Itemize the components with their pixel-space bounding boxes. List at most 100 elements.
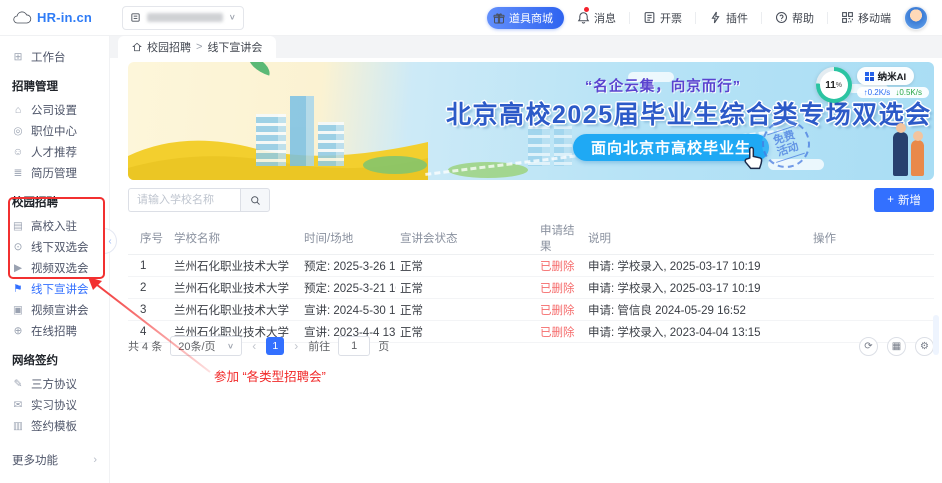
cloud-logo-icon bbox=[12, 11, 32, 25]
list-toolbar: + 新增 bbox=[128, 188, 934, 212]
table-header-row: 序号 学校名称 时间/场地 宣讲会状态 申请结果 说明 操作 bbox=[128, 222, 934, 255]
goto-page-input[interactable] bbox=[338, 336, 370, 356]
building-icon bbox=[130, 12, 141, 23]
person-illustration bbox=[911, 140, 924, 176]
cell-school: 兰州石化职业技术大学 bbox=[170, 255, 300, 277]
gauge-percent: 11 bbox=[825, 80, 836, 91]
mall-button[interactable]: 道具商城 bbox=[487, 7, 564, 29]
mobile-button[interactable]: 移动端 bbox=[841, 10, 891, 26]
plus-icon: + bbox=[887, 194, 894, 206]
main-content: 校园招聘 > 线下宣讲会 “名企云集，向京而行” 北京高校202 bbox=[110, 36, 942, 483]
scrollbar[interactable] bbox=[933, 315, 939, 355]
settings-button[interactable]: ⚙ bbox=[915, 337, 934, 356]
col-school-name: 学校名称 bbox=[170, 222, 300, 255]
add-button-label: 新增 bbox=[898, 192, 921, 208]
sidebar-item-label: 签约模板 bbox=[31, 418, 77, 434]
next-page-button[interactable]: › bbox=[292, 339, 300, 353]
app-window: HR-in.cn ∨ 道具商城 bbox=[0, 0, 942, 483]
sidebar-item-offline-talk-active[interactable]: ⚑ 线下宣讲会 bbox=[0, 278, 109, 299]
sidebar-item-label: 工作台 bbox=[31, 49, 66, 65]
sidebar-item-online-recruit[interactable]: ⊕ 在线招聘 bbox=[0, 320, 109, 341]
divider bbox=[827, 12, 828, 24]
sidebar-item-talent-recommend[interactable]: ☺ 人才推荐 bbox=[0, 141, 109, 162]
prev-page-button[interactable]: ‹ bbox=[250, 339, 258, 353]
breadcrumb-separator: > bbox=[196, 41, 202, 53]
col-description: 说明 bbox=[584, 222, 809, 255]
add-button[interactable]: + 新增 bbox=[874, 188, 934, 212]
page-size-select[interactable]: 20条/页 ∨ bbox=[170, 336, 242, 356]
sidebar-item-sign-template[interactable]: ▥ 签约模板 bbox=[0, 415, 109, 436]
caret-down-icon: ∨ bbox=[227, 342, 234, 351]
cell-index: 1 bbox=[128, 255, 170, 277]
company-selector[interactable]: ∨ bbox=[122, 6, 244, 30]
help-button[interactable]: 帮助 bbox=[775, 10, 814, 26]
cell-index: 2 bbox=[128, 277, 170, 299]
cell-desc: 申请: 学校录入, 2025-03-17 10:19 bbox=[584, 255, 809, 277]
sidebar-item-workbench[interactable]: ⊞ 工作台 bbox=[0, 46, 109, 67]
cell-time: 预定: 2025-3-21 10:00 bbox=[300, 277, 396, 299]
intern-agreement-icon: ✉ bbox=[12, 399, 24, 411]
help-icon bbox=[775, 11, 788, 24]
school-search-input[interactable] bbox=[128, 188, 240, 212]
cell-result: 已删除 bbox=[536, 255, 584, 277]
sidebar-item-offline-dual-fair[interactable]: ⊙ 线下双选会 bbox=[0, 236, 109, 257]
divider bbox=[695, 12, 696, 24]
bell-icon bbox=[577, 11, 590, 24]
plugin-icon bbox=[709, 11, 722, 24]
leaf-decoration bbox=[244, 62, 273, 76]
sidebar-item-video-talk[interactable]: ▣ 视频宣讲会 bbox=[0, 299, 109, 320]
goto-unit: 页 bbox=[378, 338, 389, 354]
page-number-1[interactable]: 1 bbox=[266, 337, 284, 355]
plugin-button[interactable]: 插件 bbox=[709, 10, 748, 26]
job-fair-banner[interactable]: “名企云集，向京而行” 北京高校2025届毕业生综合类专场双选会 面向北京市高校… bbox=[128, 62, 934, 180]
banner-slogan: “名企云集，向京而行” bbox=[585, 75, 741, 96]
cell-operations bbox=[809, 255, 934, 277]
mall-button-label: 道具商城 bbox=[509, 10, 553, 26]
online-recruit-icon: ⊕ bbox=[12, 325, 24, 337]
home-icon bbox=[132, 42, 142, 52]
breadcrumb-section[interactable]: 校园招聘 bbox=[147, 39, 191, 55]
sidebar-item-label: 视频宣讲会 bbox=[31, 302, 89, 318]
sidebar-item-school-entry[interactable]: ▤ 高校入驻 bbox=[0, 215, 109, 236]
search-button[interactable] bbox=[240, 188, 270, 212]
cell-result: 已删除 bbox=[536, 299, 584, 321]
sidebar-item-label: 视频双选会 bbox=[31, 260, 89, 276]
table-row[interactable]: 3 兰州石化职业技术大学 宣讲: 2024-5-30 15:30 正常 已删除 … bbox=[128, 299, 934, 321]
sidebar-item-label: 线下双选会 bbox=[31, 239, 89, 255]
offline-talk-icon: ⚑ bbox=[12, 283, 24, 295]
col-apply-result: 申请结果 bbox=[536, 222, 584, 255]
table-row[interactable]: 2 兰州石化职业技术大学 预定: 2025-3-21 10:00 正常 已删除 … bbox=[128, 277, 934, 299]
sidebar-item-video-dual-fair[interactable]: ▶ 视频双选会 bbox=[0, 257, 109, 278]
user-avatar[interactable] bbox=[904, 6, 928, 30]
ai-assistant-widget[interactable]: 11% 纳米AI ↑0.2K/s ↓0.5K/s bbox=[816, 67, 929, 103]
talent-recommend-icon: ☺ bbox=[12, 146, 24, 158]
school-entry-icon: ▤ bbox=[12, 220, 24, 232]
sidebar-item-resume-manage[interactable]: ≣ 简历管理 bbox=[0, 162, 109, 183]
refresh-button[interactable]: ⟳ bbox=[859, 337, 878, 356]
sidebar-item-label: 线下宣讲会 bbox=[31, 281, 89, 297]
sidebar-item-intern-agreement[interactable]: ✉ 实习协议 bbox=[0, 394, 109, 415]
ai-logo-icon bbox=[865, 72, 869, 76]
messages-button[interactable]: 消息 bbox=[577, 10, 616, 26]
sidebar-more-functions[interactable]: 更多功能 › bbox=[0, 436, 109, 468]
invoice-button[interactable]: 开票 bbox=[643, 10, 682, 26]
gauge-percent-unit: % bbox=[836, 82, 842, 89]
col-session-status: 宣讲会状态 bbox=[396, 222, 536, 255]
column-settings-button[interactable]: ▦ bbox=[887, 337, 906, 356]
sidebar-item-position-center[interactable]: ◎ 职位中心 bbox=[0, 120, 109, 141]
breadcrumb[interactable]: 校园招聘 > 线下宣讲会 bbox=[118, 36, 276, 58]
breadcrumb-current: 线下宣讲会 bbox=[207, 39, 262, 55]
sidebar-item-tri-agreement[interactable]: ✎ 三方协议 bbox=[0, 373, 109, 394]
resume-manage-icon: ≣ bbox=[12, 167, 24, 179]
cell-school: 兰州石化职业技术大学 bbox=[170, 277, 300, 299]
sidebar-section-online-sign: 网络签约 bbox=[0, 341, 109, 373]
plugin-label: 插件 bbox=[726, 10, 748, 26]
table-row[interactable]: 1 兰州石化职业技术大学 预定: 2025-3-26 16:30 正常 已删除 … bbox=[128, 255, 934, 277]
sidebar-item-company-settings[interactable]: ⌂ 公司设置 bbox=[0, 99, 109, 120]
goto-label: 前往 bbox=[308, 338, 330, 354]
mobile-label: 移动端 bbox=[858, 10, 891, 26]
caret-down-icon: ∨ bbox=[229, 13, 236, 22]
qr-code-icon bbox=[841, 11, 854, 24]
workbench-icon: ⊞ bbox=[12, 51, 24, 63]
cell-time: 宣讲: 2024-5-30 15:30 bbox=[300, 299, 396, 321]
